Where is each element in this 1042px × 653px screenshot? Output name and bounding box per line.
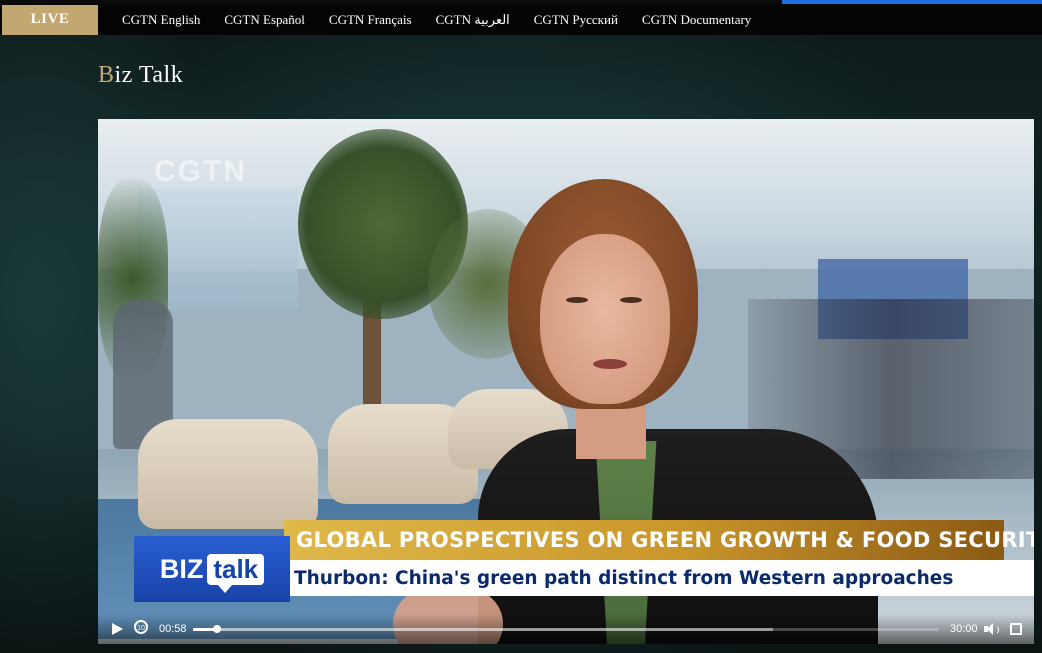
video-player[interactable]: CGTN GLOBAL PROSPECTIVES ON GREEN GROWTH… — [98, 119, 1034, 644]
play-icon[interactable] — [112, 623, 123, 635]
biztalk-logo: BIZ talk — [134, 536, 290, 602]
page-title: Biz Talk — [98, 62, 183, 89]
nav-cgtn-arabic[interactable]: CGTN العربية — [436, 12, 510, 28]
fullscreen-icon[interactable] — [1010, 623, 1022, 635]
duration: 30:00 — [950, 623, 978, 635]
player-controls: 10 00:58 30:00 — [98, 614, 1034, 644]
interviewee-eye — [566, 297, 588, 303]
channel-watermark: CGTN — [154, 155, 247, 188]
progress-buffered — [193, 628, 774, 631]
nav-cgtn-espanol[interactable]: CGTN Español — [224, 12, 305, 28]
lower-third-headline: GLOBAL PROSPECTIVES ON GREEN GROWTH & FO… — [284, 520, 1034, 560]
progress-handle[interactable] — [212, 625, 221, 633]
top-nav-bar: LIVE CGTN English CGTN Español CGTN Fran… — [0, 4, 1042, 35]
replay-10-icon[interactable]: 10 — [134, 620, 148, 634]
nav-cgtn-english[interactable]: CGTN English — [122, 12, 200, 28]
live-button[interactable]: LIVE — [2, 4, 98, 35]
interviewee-eye — [620, 297, 642, 303]
biztalk-logo-talk: talk — [207, 553, 265, 593]
volume-icon[interactable] — [984, 622, 999, 636]
scene-chair — [138, 419, 318, 529]
interviewee-mouth — [593, 359, 627, 369]
page-title-first-letter: B — [98, 62, 115, 88]
channel-nav: CGTN English CGTN Español CGTN Français … — [122, 12, 775, 28]
biztalk-logo-biz: BIZ — [159, 553, 204, 584]
lower-third-subheadline: Thurbon: China's green path distinct fro… — [284, 560, 1034, 596]
current-time: 00:58 — [159, 623, 187, 635]
progress-bar[interactable] — [193, 625, 939, 633]
nav-cgtn-documentary[interactable]: CGTN Documentary — [642, 12, 751, 28]
nav-cgtn-francais[interactable]: CGTN Français — [329, 12, 412, 28]
interviewee-face — [540, 234, 670, 404]
page-title-rest: iz Talk — [114, 62, 184, 88]
nav-cgtn-russian[interactable]: CGTN Русский — [534, 12, 618, 28]
